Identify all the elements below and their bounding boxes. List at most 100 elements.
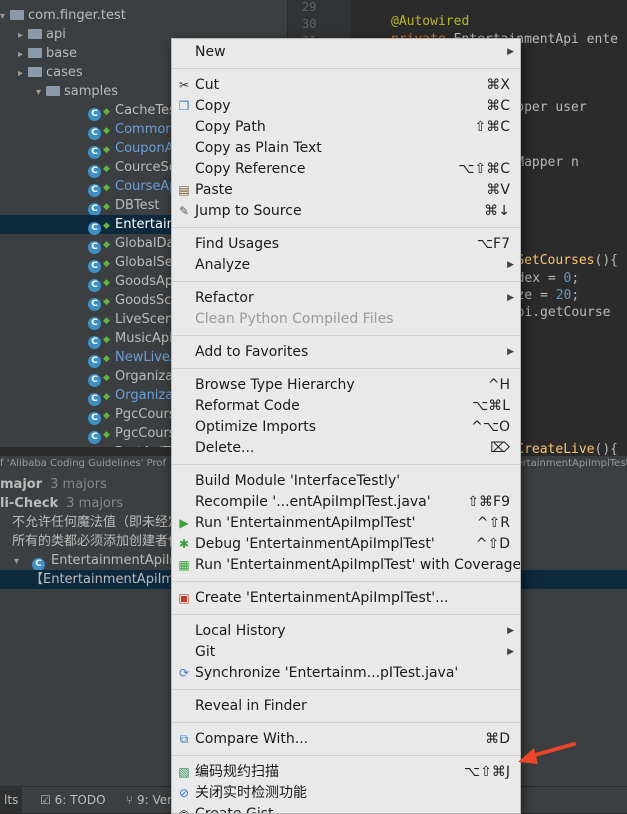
menu-item-browse-type-hierarchy[interactable]: Browse Type Hierarchy ^H [172,375,520,396]
menu-item-recompile-entapiimpltest-java[interactable]: Recompile '...entApiImplTest.java' ⇧⌘F9 [172,492,520,513]
tree-item-class[interactable]: C ◆ CommonTest [0,120,199,140]
inspection-row[interactable]: 所有的类都必须添加创建者信息 [0,532,194,551]
menu-item-synchronize-entertainm-pitest-java[interactable]: ⟳ Synchronize 'Entertainm...pITest.java' [172,663,520,684]
menu-item-label: Build Module 'InterfaceTestly' [195,473,401,489]
tree-item-class[interactable]: C◆PostApiTest [0,443,189,447]
tree-item-class[interactable]: C ◆ CacheTest [0,101,181,121]
menu-item-label: Create 'EntertainmentApiImplTest'... [195,590,449,606]
menu-item-label: Refactor [195,290,254,306]
menu-item-shortcut: ⌘D [485,731,510,747]
tree-item-label: com.finger.test [28,8,126,23]
menu-item-label: Find Usages [195,236,280,252]
menu-item-delete[interactable]: Delete... ⌦ [172,438,520,459]
menu-item-label: Reveal in Finder [195,698,307,714]
inspection-row[interactable]: li-Check 3 majors [0,494,123,513]
tool-window-tab[interactable]: lts [0,787,23,813]
menu-item-analyze[interactable]: Analyze ▶ [172,255,520,276]
folder-icon [28,48,42,58]
menu-item-item-40[interactable]: ⊘ 关闭实时检测功能 [172,783,520,804]
menu-item-label: Delete... [195,440,255,456]
menu-item-create-entertainmentapiimpltest[interactable]: ▣ Create 'EntertainmentApiImplTest'... [172,588,520,609]
menu-item-clean-python-compiled-files: Clean Python Compiled Files [172,309,520,330]
tree-item-label: base [46,46,77,61]
tree-item-class[interactable]: C ◆ DBTest [0,196,160,216]
menu-item-label: Copy Path [195,119,266,135]
chevron-down-icon[interactable]: ▾ [36,83,46,102]
folder-icon [46,86,60,96]
tree-item-folder[interactable]: ▸ cases [0,63,83,82]
menu-item-label: Jump to Source [195,203,302,219]
tree-item-folder[interactable]: ▾ com.finger.test [0,6,126,25]
menu-item-new[interactable]: New ▶ [172,42,520,63]
tree-item-label: cases [46,65,83,80]
menu-item-shortcut: ^⇧R [476,515,510,531]
menu-item-jump-to-source[interactable]: ✎ Jump to Source ⌘↓ [172,201,520,222]
inspection-text: 所有的类都必须添加创建者信息 [12,534,195,549]
menu-item-label: Copy as Plain Text [195,140,322,156]
menu-item-label: Run 'EntertainmentApiImplTest' with Cove… [195,557,521,573]
test-marker-icon: ◆ [103,445,111,447]
menu-item-shortcut: ⌥F7 [476,236,510,252]
sync-icon: ⟳ [178,666,190,680]
submenu-arrow-icon: ▶ [507,47,514,57]
menu-item-copy-reference[interactable]: Copy Reference ⌥⇧⌘C [172,159,520,180]
menu-item-find-usages[interactable]: Find Usages ⌥F7 [172,234,520,255]
menu-item-debug-entertainmentapiimpltest[interactable]: ✱ Debug 'EntertainmentApiImplTest' ^⇧D [172,534,520,555]
menu-item-optimize-imports[interactable]: Optimize Imports ^⌥O [172,417,520,438]
submenu-arrow-icon: ▶ [507,647,514,657]
menu-item-label: Run 'EntertainmentApiImplTest' [195,515,416,531]
paste-icon: ▤ [178,183,190,197]
menu-item-copy[interactable]: ❐ Copy ⌘C [172,96,520,117]
chevron-down-icon[interactable]: ▾ [0,7,10,26]
chevron-right-icon[interactable]: ▸ [18,26,28,45]
menu-item-shortcut: ⌘X [486,77,510,93]
menu-item-shortcut: ⌘V [486,182,510,198]
menu-item-run-entertainmentapiimpltest[interactable]: ▶ Run 'EntertainmentApiImplTest' ^⇧R [172,513,520,534]
menu-item-create-gist[interactable]: ◉ Create Gist... [172,804,520,814]
submenu-arrow-icon: ▶ [507,626,514,636]
tree-item-folder[interactable]: ▸ base [0,44,77,63]
menu-item-run-entertainmentapiimpltest-with-coverage[interactable]: ▦ Run 'EntertainmentApiImplTest' with Cov… [172,555,520,576]
menu-item-shortcut: ⌘↓ [484,203,510,219]
chevron-right-icon[interactable]: ▸ [18,64,28,83]
tool-window-tab[interactable]: ☑ 6: TODO [36,787,110,813]
menu-item-label: Synchronize 'Entertainm...pITest.java' [195,665,459,681]
menu-item-build-module-interfacetestly[interactable]: Build Module 'InterfaceTestly' [172,471,520,492]
menu-item-refactor[interactable]: Refactor ▶ [172,288,520,309]
menu-separator [172,614,520,615]
menu-item-item-39[interactable]: ▧ 编码规约扫描 ⌥⇧⌘J [172,762,520,783]
menu-item-add-to-favorites[interactable]: Add to Favorites ▶ [172,342,520,363]
menu-separator [172,464,520,465]
menu-item-copy-path[interactable]: Copy Path ⇧⌘C [172,117,520,138]
menu-item-reformat-code[interactable]: Reformat Code ⌥⌘L [172,396,520,417]
chevron-right-icon[interactable]: ▸ [18,45,28,64]
tree-item-label: api [46,27,66,42]
tree-item-class[interactable]: C ◆ MusicApiTest [0,329,198,349]
menu-item-cut[interactable]: ✂ Cut ⌘X [172,75,520,96]
menu-item-shortcut: ⌥⌘L [472,398,510,414]
menu-item-git[interactable]: Git ▶ [172,642,520,663]
menu-item-label: Clean Python Compiled Files [195,311,394,327]
menu-item-copy-as-plain-text[interactable]: Copy as Plain Text [172,138,520,159]
menu-item-paste[interactable]: ▤ Paste ⌘V [172,180,520,201]
menu-item-shortcut: ⌦ [490,440,510,456]
tree-item-folder[interactable]: ▾ samples [0,82,118,101]
chevron-down-icon[interactable]: ▾ [14,552,24,571]
tree-item-label: samples [64,84,119,99]
menu-item-label: 编码规约扫描 [195,764,279,780]
tree-item-folder[interactable]: ▸ api [0,25,66,44]
menu-item-shortcut: ^⇧D [475,536,510,552]
menu-item-label: Compare With... [195,731,309,747]
profile-label: f 'Alibaba Coding Guidelines' Prof [0,458,167,469]
submenu-arrow-icon: ▶ [507,293,514,303]
menu-item-label: Create Gist... [195,806,287,814]
inspection-row[interactable]: major 3 majors [0,475,107,494]
menu-item-shortcut: ⇧⌘F9 [467,494,510,510]
create-config-icon: ▣ [178,591,190,605]
menu-item-reveal-in-finder[interactable]: Reveal in Finder [172,696,520,717]
folder-icon [28,29,42,39]
issue-count: 3 majors [66,496,123,511]
menu-item-compare-with[interactable]: ⧉ Compare With... ⌘D [172,729,520,750]
menu-item-local-history[interactable]: Local History ▶ [172,621,520,642]
line-number: 29 [302,0,317,14]
